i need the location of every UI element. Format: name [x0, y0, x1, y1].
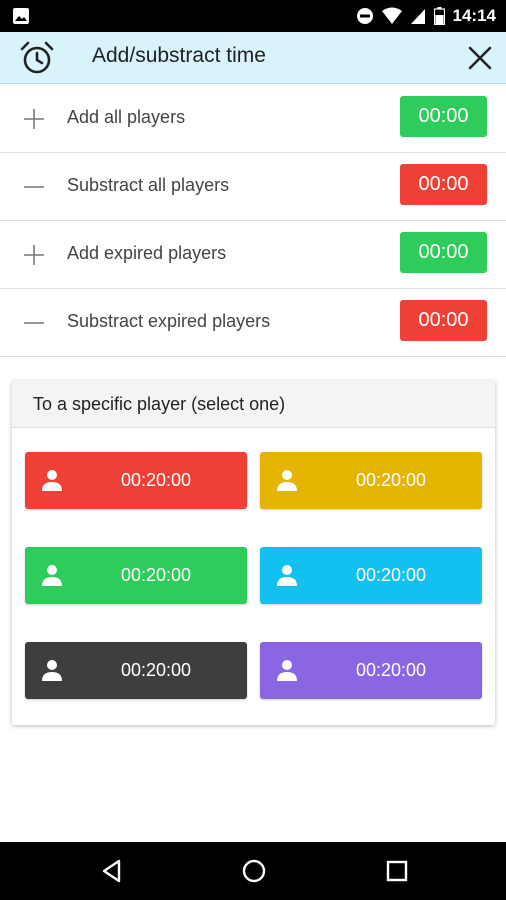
plus-icon: [24, 109, 44, 129]
cell-signal-icon: [410, 9, 425, 24]
substract-all-time-button[interactable]: 00:00: [400, 164, 487, 205]
battery-icon: [433, 7, 445, 25]
substract-expired-time-button[interactable]: 00:00: [400, 300, 487, 341]
add-all-time-button[interactable]: 00:00: [400, 96, 487, 137]
add-expired-time-button[interactable]: 00:00: [400, 232, 487, 273]
player-time: 00:20:00: [355, 470, 427, 490]
add-all-players-row[interactable]: Add all players 00:00: [0, 85, 506, 153]
clock-time: 14:14: [452, 6, 496, 25]
wifi-icon: [381, 7, 402, 24]
recents-icon[interactable]: [383, 857, 411, 885]
do-not-disturb-icon: [356, 8, 373, 24]
player-3-button[interactable]: 00:20:00: [25, 547, 247, 604]
page-title: Add/substract time: [92, 44, 266, 67]
player-time: 00:20:00: [355, 565, 427, 585]
person-icon: [42, 660, 62, 681]
substract-expired-players-row[interactable]: Substract expired players 00:00: [0, 289, 506, 357]
row-label: Substract expired players: [67, 311, 271, 331]
back-icon[interactable]: [98, 857, 126, 885]
navigation-bar: [0, 842, 506, 900]
minus-icon: [24, 322, 44, 324]
player-1-button[interactable]: 00:20:00: [25, 452, 247, 509]
player-time: 00:20:00: [120, 470, 192, 490]
row-label: Add expired players: [67, 243, 227, 263]
plus-icon: [24, 245, 44, 265]
player-2-button[interactable]: 00:20:00: [260, 452, 482, 509]
card-title: To a specific player (select one): [33, 394, 286, 414]
player-time: 00:20:00: [120, 660, 192, 680]
player-5-button[interactable]: 00:20:00: [25, 642, 247, 699]
close-icon[interactable]: [464, 42, 496, 74]
app-header: Add/substract time: [0, 32, 506, 84]
add-expired-players-row[interactable]: Add expired players 00:00: [0, 221, 506, 289]
row-label: Substract all players: [67, 175, 230, 195]
card-header: To a specific player (select one): [12, 381, 495, 428]
person-icon: [42, 565, 62, 586]
specific-player-card: To a specific player (select one) 00:20:…: [12, 381, 495, 725]
home-icon[interactable]: [240, 857, 268, 885]
person-icon: [277, 660, 297, 681]
status-bar: 14:14: [0, 0, 506, 32]
player-time: 00:20:00: [355, 660, 427, 680]
player-time: 00:20:00: [120, 565, 192, 585]
substract-all-players-row[interactable]: Substract all players 00:00: [0, 153, 506, 221]
player-4-button[interactable]: 00:20:00: [260, 547, 482, 604]
minus-icon: [24, 186, 44, 188]
person-icon: [277, 470, 297, 491]
person-icon: [42, 470, 62, 491]
image-notification-icon: [13, 8, 29, 24]
player-6-button[interactable]: 00:20:00: [260, 642, 482, 699]
alarm-clock-icon: [20, 41, 54, 74]
row-label: Add all players: [67, 107, 186, 127]
person-icon: [277, 565, 297, 586]
